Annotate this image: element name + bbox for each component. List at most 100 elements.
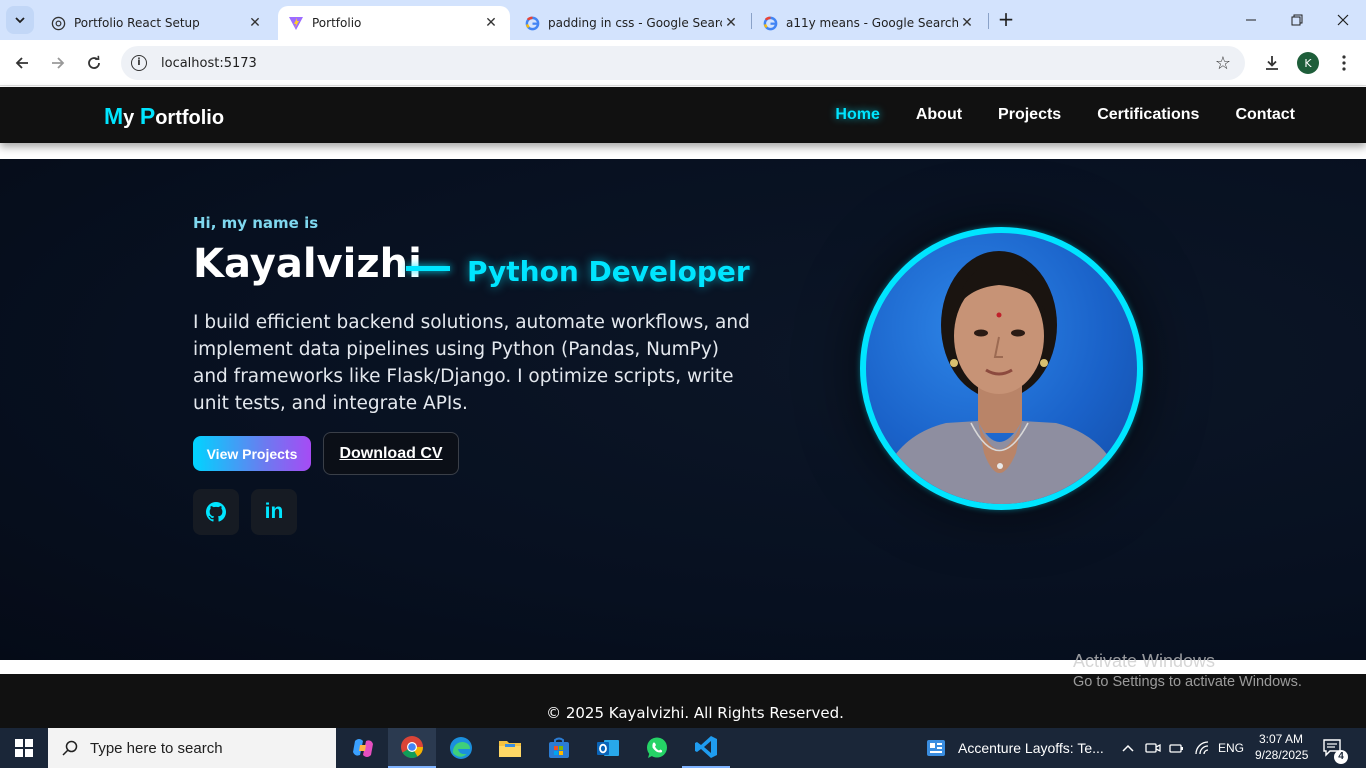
nav-contact[interactable]: Contact: [1235, 106, 1295, 124]
site-logo[interactable]: My Portfolio: [104, 103, 224, 130]
nav-certifications[interactable]: Certifications: [1097, 106, 1199, 124]
hero-name: Kayalvizhi: [193, 241, 422, 287]
activate-windows-watermark: Activate Windows Go to Settings to activ…: [1073, 651, 1302, 690]
taskbar-search[interactable]: Type here to search: [48, 728, 336, 768]
vscode-icon: [695, 736, 717, 758]
whatsapp-icon: [647, 737, 667, 758]
chrome-icon: [401, 736, 423, 758]
search-placeholder: Type here to search: [90, 739, 223, 757]
logo-letter-m: M: [104, 103, 124, 129]
nav-home[interactable]: Home: [835, 106, 879, 124]
profile-photo: [860, 227, 1143, 510]
download-cv-button[interactable]: Download CV: [323, 432, 459, 475]
battery-tray[interactable]: [1169, 728, 1185, 768]
new-tab-button[interactable]: +: [995, 9, 1017, 31]
minimize-icon: [1246, 19, 1256, 21]
linkedin-icon: in: [264, 500, 284, 523]
close-icon[interactable]: ✕: [958, 14, 976, 32]
taskbar-whatsapp[interactable]: [633, 728, 681, 768]
windows-logo-icon: [15, 739, 33, 757]
tab-a11y-search[interactable]: a11y means - Google Search ✕: [752, 6, 986, 40]
tab-padding-search[interactable]: padding in css - Google Search ✕: [514, 6, 750, 40]
meet-now-icon: [1145, 743, 1161, 753]
arrow-left-icon: [15, 57, 28, 69]
nav-projects[interactable]: Projects: [998, 106, 1061, 124]
system-clock[interactable]: 3:07 AM 9/28/2025: [1255, 731, 1309, 763]
forward-button[interactable]: [44, 49, 72, 77]
site-info-icon[interactable]: i: [131, 55, 147, 71]
taskbar-vscode[interactable]: [682, 728, 730, 768]
chevron-up-icon: [1122, 744, 1134, 752]
nav-about[interactable]: About: [916, 106, 962, 124]
close-icon[interactable]: ✕: [246, 14, 264, 32]
close-icon[interactable]: ✕: [482, 14, 500, 32]
news-headline: Accenture Layoffs: Te...: [958, 740, 1104, 756]
reload-icon: [88, 55, 100, 69]
close-window-button[interactable]: [1320, 0, 1366, 40]
outlook-icon: [597, 740, 619, 756]
browser-menu-button[interactable]: [1330, 49, 1358, 77]
show-hidden-icons[interactable]: [1121, 728, 1135, 768]
copyright-text: © 2025 Kayalvizhi. All Rights Reserved.: [546, 704, 844, 722]
taskbar-file-explorer[interactable]: [486, 728, 534, 768]
google-icon: [762, 15, 778, 31]
tab-search-button[interactable]: [6, 6, 34, 34]
minimize-button[interactable]: [1228, 0, 1274, 40]
close-icon: [1337, 14, 1349, 26]
watermark-subtitle: Go to Settings to activate Windows.: [1073, 674, 1302, 690]
taskbar-outlook[interactable]: [584, 728, 632, 768]
news-widget[interactable]: Accenture Layoffs: Te...: [926, 728, 1104, 768]
windows-taskbar: Type here to search Accenture Layoffs: T…: [0, 728, 1366, 768]
logo-letter-y: y: [123, 107, 140, 129]
logo-letter-p: P: [139, 103, 156, 129]
view-projects-button[interactable]: View Projects: [193, 436, 311, 471]
hero-dash: [406, 266, 450, 271]
profile-avatar[interactable]: K: [1297, 52, 1319, 74]
hero-bio: I build efficient backend solutions, aut…: [193, 312, 750, 414]
notification-center[interactable]: 4: [1322, 728, 1348, 768]
taskbar-copilot[interactable]: [339, 728, 387, 768]
more-vertical-icon: [1342, 55, 1346, 71]
tab-title: padding in css - Google Search: [548, 16, 722, 30]
wifi-tray[interactable]: [1194, 728, 1210, 768]
back-button[interactable]: [8, 49, 36, 77]
linkedin-link[interactable]: in: [251, 489, 297, 535]
github-link[interactable]: [193, 489, 239, 535]
taskbar-edge[interactable]: [437, 728, 485, 768]
hero-greeting: Hi, my name is: [193, 214, 319, 232]
tab-title: Portfolio: [312, 16, 362, 30]
copilot-icon: [353, 739, 373, 757]
chevron-down-icon: [15, 17, 25, 24]
search-icon: [62, 740, 78, 756]
start-button[interactable]: [0, 728, 48, 768]
folder-icon: [499, 741, 521, 757]
bookmark-star-icon[interactable]: ☆: [1215, 53, 1231, 74]
tab-title: a11y means - Google Search: [786, 16, 958, 30]
taskbar-chrome[interactable]: [388, 728, 436, 768]
taskbar-store[interactable]: [535, 728, 583, 768]
tab-portfolio-react-setup[interactable]: Portfolio React Setup ✕: [40, 6, 274, 40]
news-icon: [927, 740, 945, 756]
watermark-title: Activate Windows: [1073, 651, 1216, 671]
hero-role: Python Developer: [467, 255, 750, 288]
browser-toolbar: i localhost:5173 ☆: [0, 40, 1366, 86]
close-icon[interactable]: ✕: [722, 14, 740, 32]
hero-section: Hi, my name is Kayalvizhi Python Develop…: [0, 159, 1366, 660]
downloads-button[interactable]: [1258, 49, 1286, 77]
power-plug-icon: [1169, 744, 1183, 753]
clock-date: 9/28/2025: [1255, 748, 1309, 762]
restore-icon: [1291, 14, 1303, 26]
language-indicator[interactable]: ENG: [1218, 728, 1244, 768]
reload-button[interactable]: [80, 49, 108, 77]
chatgpt-icon: [50, 15, 66, 31]
meet-now-tray[interactable]: [1145, 728, 1161, 768]
google-icon: [524, 15, 540, 31]
restore-button[interactable]: [1274, 0, 1320, 40]
url-text[interactable]: localhost:5173: [161, 56, 257, 71]
tab-portfolio[interactable]: Portfolio ✕: [278, 6, 510, 40]
tab-separator: [988, 13, 989, 29]
store-icon: [549, 737, 569, 758]
download-icon: [1266, 56, 1278, 70]
address-bar[interactable]: i localhost:5173 ☆: [121, 46, 1245, 80]
vite-icon: [288, 15, 304, 31]
